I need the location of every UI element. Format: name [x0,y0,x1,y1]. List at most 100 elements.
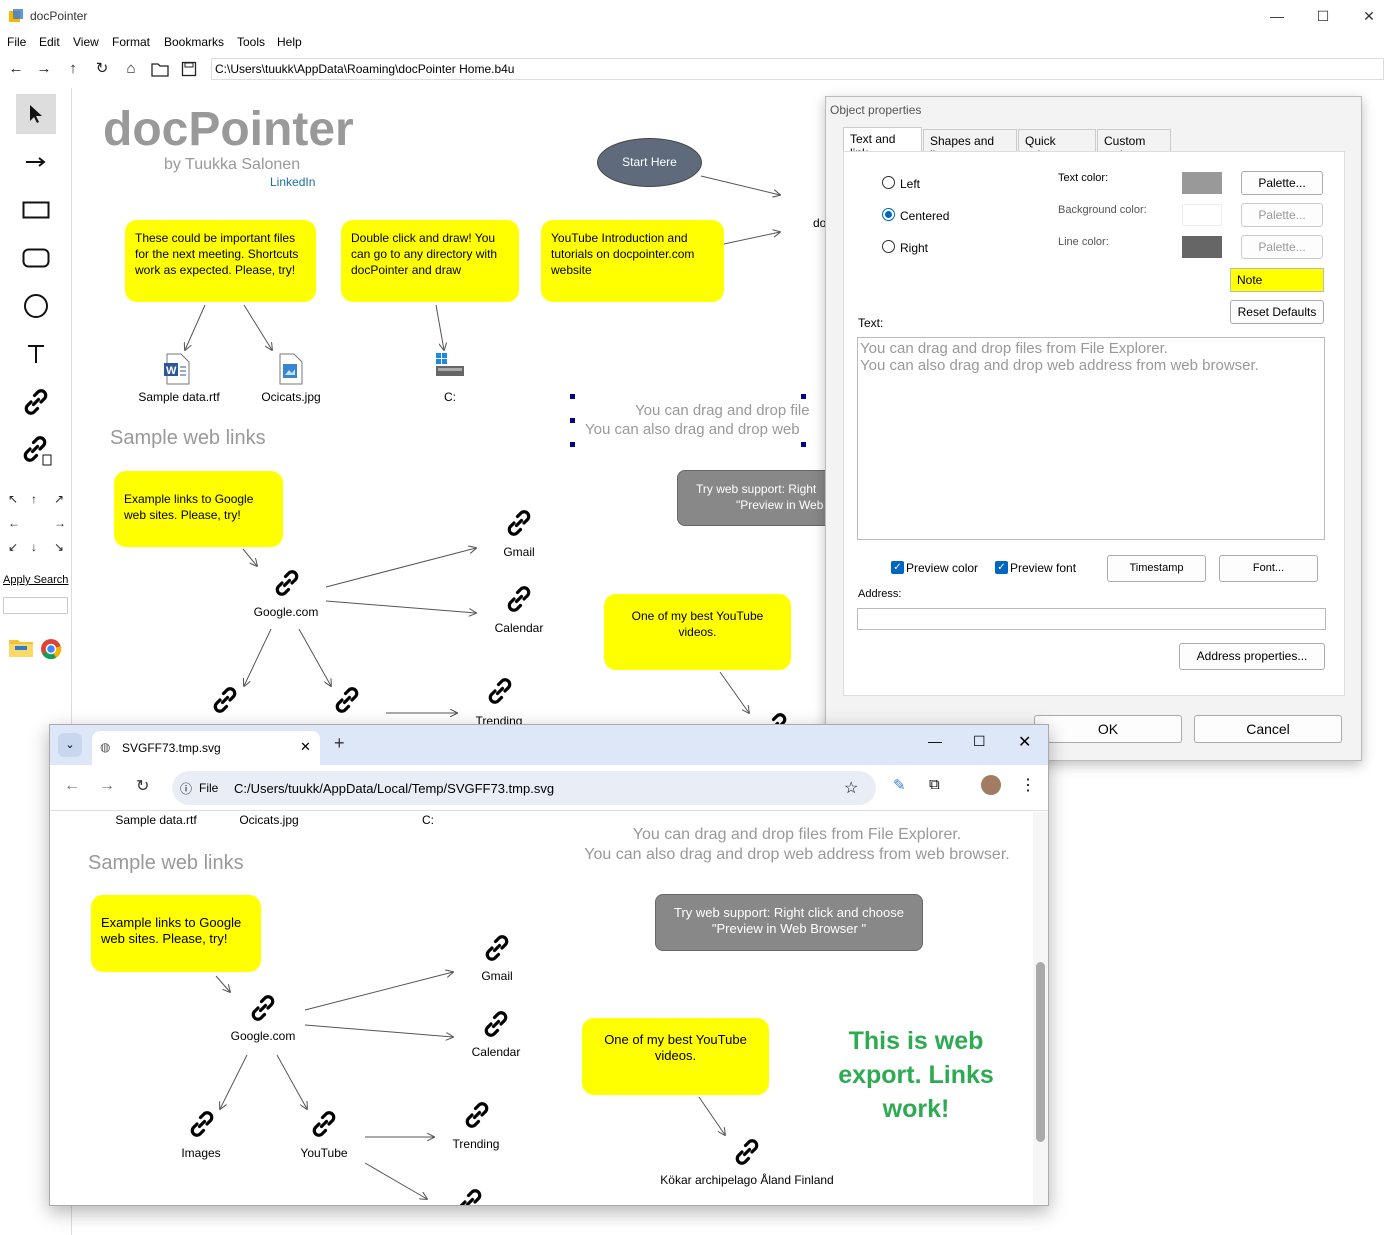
forward-icon[interactable]: → [33,58,55,80]
selected-text-object[interactable]: You can drag and drop file You can also … [570,394,810,447]
cancel-button[interactable]: Cancel [1194,715,1342,743]
browser-forward-icon[interactable]: → [99,777,115,795]
home-icon[interactable]: ⌂ [120,58,142,80]
preview-file-label-drive[interactable]: C: [417,813,439,827]
menu-view[interactable]: View [73,35,99,49]
tab-custom-xml[interactable]: Custom xml [1097,129,1171,162]
close-button[interactable]: ✕ [1346,0,1392,32]
menu-file[interactable]: File [7,35,26,49]
scrollbar-thumb[interactable] [1036,962,1045,1142]
image-file-icon[interactable] [276,353,304,388]
preview-google-label[interactable]: Google.com [220,1029,306,1043]
file-explorer-icon[interactable] [8,636,34,661]
preview-file-label-ocicats[interactable]: Ocicats.jpg [231,813,307,827]
preview-youtube-label[interactable]: YouTube [294,1146,354,1160]
text-tool[interactable] [16,334,56,374]
text-color-palette-button[interactable]: Palette... [1241,171,1323,195]
path-field[interactable]: C:\Users\tuukk\AppData\Roaming\docPointe… [211,58,1384,80]
google-link-icon[interactable] [271,567,303,599]
note-double-click[interactable]: Double click and draw! You can go to any… [341,220,519,302]
text-color-swatch[interactable] [1182,172,1222,194]
browser-maximize-button[interactable]: ☐ [973,733,986,750]
text-area[interactable]: You can drag and drop files from File Ex… [857,337,1325,540]
arrow-ne-icon[interactable]: ↗ [54,492,64,506]
arrow-se-icon[interactable]: ↘ [54,540,64,554]
extensions-puzzle-icon[interactable]: ⧉ [929,776,940,793]
drive-icon[interactable] [435,352,465,381]
tab-quick-colors[interactable]: Quick colors [1018,129,1096,162]
preview-trending-label[interactable]: Trending [446,1137,506,1151]
refresh-icon[interactable]: ↻ [91,58,113,80]
rectangle-tool[interactable] [16,190,56,230]
line-color-swatch[interactable] [1182,236,1222,258]
preview-color-checkbox[interactable]: ✓ [891,561,904,574]
preview-gmail-label[interactable]: Gmail [471,969,523,983]
up-icon[interactable]: ↑ [62,58,84,80]
address-bar[interactable]: ⓘ File C:/Users/tuukk/AppData/Local/Temp… [172,771,876,805]
chrome-icon[interactable] [40,638,62,663]
file-link-tool[interactable] [16,430,56,470]
link-tool[interactable] [16,382,56,422]
preview-font-checkbox[interactable]: ✓ [995,561,1008,574]
tab-close-icon[interactable]: ✕ [300,739,311,755]
rounded-rectangle-tool[interactable] [16,238,56,278]
font-button[interactable]: Font... [1219,555,1318,582]
trending-link-icon[interactable] [484,675,516,707]
menu-tools[interactable]: Tools [237,35,265,49]
preview-kokar-link-icon[interactable] [731,1136,763,1168]
start-here-node[interactable]: Start Here [597,138,702,187]
calendar-link-icon[interactable] [503,583,535,615]
note-style-button[interactable]: Note [1230,268,1324,292]
preview-images-link-icon[interactable] [186,1108,218,1140]
menu-edit[interactable]: Edit [39,35,60,49]
address-input[interactable] [857,608,1326,630]
youtube-link-icon[interactable] [331,684,363,716]
background-color-palette-button[interactable]: Palette... [1241,203,1323,227]
browser-tab[interactable]: ◍ SVGFF73.tmp.svg ✕ [92,731,320,765]
preview-images-label[interactable]: Images [171,1146,231,1160]
tab-shapes-and-line[interactable]: Shapes and line [923,129,1017,162]
folder-icon[interactable] [149,58,171,80]
note-important-files[interactable]: These could be important files for the n… [125,220,316,302]
preview-kokar-label[interactable]: Kökar archipelago Åland Finland [650,1173,844,1187]
word-file-icon[interactable]: W [163,353,191,388]
browser-back-icon[interactable]: ← [64,777,80,795]
address-properties-button[interactable]: Address properties... [1179,643,1325,670]
tab-text-and-link[interactable]: Text and link [843,127,922,160]
browser-menu-icon[interactable]: ⋮ [1020,775,1036,795]
ellipse-tool[interactable] [16,286,56,326]
images-link-icon[interactable] [209,684,241,716]
align-left-radio[interactable] [882,176,895,189]
preview-gmail-link-icon[interactable] [481,932,513,964]
preview-trending-link-icon[interactable] [461,1099,493,1131]
ok-button[interactable]: OK [1034,715,1182,743]
line-color-palette-button[interactable]: Palette... [1241,235,1323,259]
new-tab-icon[interactable]: + [334,733,345,754]
youtube-video-note[interactable]: One of my best YouTube videos. [604,594,791,670]
search-input[interactable] [3,597,68,614]
save-icon[interactable] [178,58,200,80]
preview-partial-link-icon[interactable] [454,1186,486,1205]
apply-search-link[interactable]: Apply Search [3,574,68,586]
extension-feather-icon[interactable]: ✎ [893,776,906,794]
arrow-s-icon[interactable]: ↓ [31,540,37,554]
timestamp-button[interactable]: Timestamp [1107,555,1206,582]
bookmark-star-icon[interactable]: ☆ [844,778,858,798]
background-color-swatch[interactable] [1182,204,1222,226]
align-right-radio[interactable] [882,240,895,253]
note-google-links[interactable]: Example links to Google web sites. Pleas… [114,471,283,547]
preview-calendar-label[interactable]: Calendar [462,1045,530,1059]
browser-minimize-button[interactable]: — [928,733,942,749]
note-youtube-intro[interactable]: YouTube Introduction and tutorials on do… [541,220,724,302]
linkedin-link[interactable]: LinkedIn [270,175,315,189]
align-centered-radio[interactable] [882,208,895,221]
back-icon[interactable]: ← [5,58,27,80]
browser-scrollbar[interactable] [1033,812,1048,1205]
preview-youtube-link-icon[interactable] [308,1108,340,1140]
arrow-n-icon[interactable]: ↑ [31,492,37,506]
preview-file-label-sample-data[interactable]: Sample data.rtf [107,813,205,827]
arrow-w-icon[interactable]: ← [8,516,20,530]
menu-help[interactable]: Help [277,35,302,49]
arrow-e-icon[interactable]: → [54,516,66,530]
arrow-nw-icon[interactable]: ↖ [8,492,18,506]
